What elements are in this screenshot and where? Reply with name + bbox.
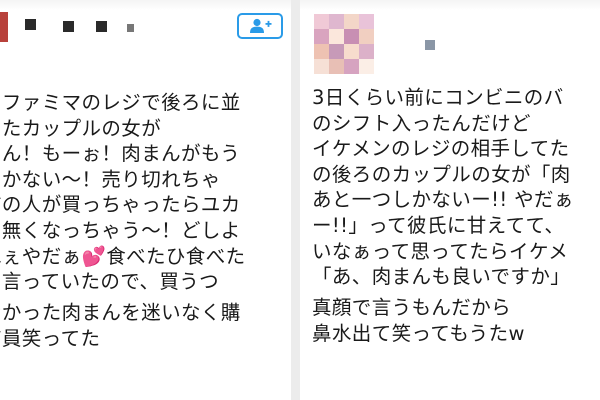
- follow-button[interactable]: [237, 13, 283, 39]
- tweet-line: しかない〜！売り切れちゃ: [0, 167, 221, 191]
- redacted-name-block: [96, 21, 107, 32]
- card-edge: [300, 0, 600, 10]
- tweet-card-right: 3日くらい前にコンビニのバ のシフト入ったんだけど イケメンのレジの相手してた …: [300, 0, 600, 400]
- avatar[interactable]: [0, 12, 8, 42]
- redacted-name-block: [127, 24, 134, 32]
- tweet-line: イケメンのレジの相手してた: [312, 137, 570, 161]
- heart-emoji: 💕: [81, 244, 107, 268]
- tweet-line: いたカップルの女が: [0, 116, 162, 140]
- tweet-line: のファミマのレジで後ろに並: [0, 91, 241, 114]
- tweet-line: ー!!」って彼氏に甘えてて、: [312, 213, 565, 237]
- tweet-line: 「あ、肉まんも良いですか」: [312, 265, 571, 289]
- tweet-card-left: のファミマのレジで後ろに並 いたカップルの女が ーん！もーぉ！肉まんがもう しか…: [0, 0, 291, 400]
- tweet-line: の無くなっちゃう〜！どしよ: [0, 218, 241, 242]
- tweet-line: と言っていたので、買うつ: [0, 270, 220, 294]
- add-user-icon: [250, 18, 272, 33]
- tweet-line: なかった肉まんを迷いなく購: [0, 301, 241, 325]
- tweet-line: の後ろのカップルの女が「肉: [312, 162, 571, 186]
- tweet-text: のファミマのレジで後ろに並 いたカップルの女が ーん！もーぉ！肉まんがもう しか…: [0, 90, 246, 351]
- tweet-line: あと一つしかないー!! やだぁ: [312, 188, 574, 212]
- avatar[interactable]: [314, 14, 374, 74]
- tweet-line: 前の人が買っちゃったらユカ: [0, 193, 241, 217]
- tweet-line: 鼻水出て笑ってもうたw: [312, 321, 525, 345]
- card-edge: [0, 0, 291, 10]
- tweet-line-part: ぬぇやだぁ: [0, 244, 82, 268]
- redacted-name-block: [63, 21, 74, 32]
- tweet-line: 店員笑ってた: [0, 326, 101, 350]
- redacted-name-block: [425, 40, 435, 50]
- tweet-line: 3日くらい前にコンビニのバ: [312, 86, 564, 109]
- tweet-line: ーん！もーぉ！肉まんがもう: [0, 142, 241, 166]
- tweet-line: 真顔で言うもんだから: [312, 296, 512, 320]
- tweet-line: のシフト入ったんだけど: [312, 111, 531, 135]
- tweet-line: ぬぇやだぁ💕食べたひ食べた: [0, 244, 246, 270]
- tweet-line: いなぁって思ってたらイケメ: [312, 239, 569, 263]
- tweet-text: 3日くらい前にコンビニのバ のシフト入ったんだけど イケメンのレジの相手してた …: [312, 85, 574, 346]
- redacted-name-block: [25, 19, 36, 30]
- tweet-line-part: 食べたひ食べた: [106, 244, 246, 268]
